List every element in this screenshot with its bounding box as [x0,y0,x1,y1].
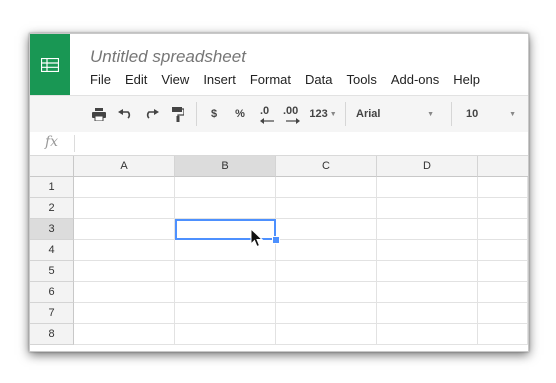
cell-d4[interactable] [377,240,478,261]
cell-a5[interactable] [74,261,175,282]
cell-a3[interactable] [74,219,175,240]
increase-decimal-label: .00 [283,105,299,117]
menu-help[interactable]: Help [453,72,480,90]
cell-d2[interactable] [377,198,478,219]
toolbar: $ % .0 .00 123 ▼ Arial ▼ 10 ▼ [30,95,528,133]
more-formats-button[interactable]: 123 ▼ [306,96,340,132]
row-header-5[interactable]: 5 [30,261,74,282]
cell-c1[interactable] [276,177,377,198]
cell-e3[interactable] [478,219,528,240]
formula-input[interactable] [82,135,512,152]
cell-b1[interactable] [175,177,276,198]
cell-e8[interactable] [478,324,528,345]
increase-decimal-button[interactable]: .00 [280,96,306,132]
cell-c7[interactable] [276,303,377,324]
cell-e2[interactable] [478,198,528,219]
cell-e1[interactable] [478,177,528,198]
font-family-value: Arial [356,108,381,120]
cell-d6[interactable] [377,282,478,303]
column-header-e[interactable] [478,156,528,177]
font-size-select[interactable]: 10 ▼ [458,96,520,132]
row-header-8[interactable]: 8 [30,324,74,345]
cell-a8[interactable] [74,324,175,345]
column-header-d[interactable]: D [377,156,478,177]
font-size-value: 10 [466,108,479,120]
paint-format-icon[interactable] [168,96,188,132]
currency-format-button[interactable]: $ [204,96,224,132]
document-title[interactable]: Untitled spreadsheet [90,47,246,67]
toolbar-divider [345,102,346,126]
formula-bar: fx [30,132,528,156]
cell-e6[interactable] [478,282,528,303]
mouse-pointer-icon [250,228,264,248]
cell-a7[interactable] [74,303,175,324]
chevron-down-icon: ▼ [509,110,516,118]
cell-a4[interactable] [74,240,175,261]
cell-e5[interactable] [478,261,528,282]
cell-e7[interactable] [478,303,528,324]
toolbar-divider [451,102,452,126]
select-all-corner[interactable] [30,156,74,177]
cell-a1[interactable] [74,177,175,198]
row-header-3[interactable]: 3 [30,219,74,240]
arrow-right-icon [286,118,300,124]
row-header-1[interactable]: 1 [30,177,74,198]
cell-b8[interactable] [175,324,276,345]
undo-icon[interactable] [114,96,136,132]
menu-view[interactable]: View [161,72,189,90]
menu-tools[interactable]: Tools [346,72,376,90]
spreadsheet-grid: A B C D 1 2 3 4 5 6 7 8 [30,156,528,351]
menu-file[interactable]: File [90,72,111,90]
cell-c8[interactable] [276,324,377,345]
menu-bar: File Edit View Insert Format Data Tools … [90,72,494,90]
print-icon[interactable] [88,96,110,132]
menu-data[interactable]: Data [305,72,332,90]
cell-b7[interactable] [175,303,276,324]
cell-d5[interactable] [377,261,478,282]
cell-a2[interactable] [74,198,175,219]
cell-c3[interactable] [276,219,377,240]
menu-add-ons[interactable]: Add-ons [391,72,439,90]
chevron-down-icon: ▼ [329,110,337,118]
cell-d7[interactable] [377,303,478,324]
decrease-decimal-button[interactable]: .0 [255,96,279,132]
more-formats-label: 123 [309,108,328,120]
spreadsheet-window: Untitled spreadsheet File Edit View Inse… [29,33,529,352]
sheets-icon[interactable] [30,34,70,95]
arrow-left-icon [260,118,274,124]
column-header-b[interactable]: B [175,156,276,177]
menu-format[interactable]: Format [250,72,291,90]
column-header-c[interactable]: C [276,156,377,177]
menu-edit[interactable]: Edit [125,72,147,90]
cell-d8[interactable] [377,324,478,345]
font-family-select[interactable]: Arial ▼ [348,96,440,132]
percent-format-button[interactable]: % [230,96,250,132]
toolbar-divider [196,102,197,126]
cell-d1[interactable] [377,177,478,198]
fx-icon: fx [45,134,59,150]
cell-a6[interactable] [74,282,175,303]
cell-c6[interactable] [276,282,377,303]
fill-handle[interactable] [272,236,280,244]
row-header-6[interactable]: 6 [30,282,74,303]
cell-b6[interactable] [175,282,276,303]
column-header-a[interactable]: A [74,156,175,177]
cell-c5[interactable] [276,261,377,282]
row-header-7[interactable]: 7 [30,303,74,324]
menu-insert[interactable]: Insert [203,72,236,90]
row-header-4[interactable]: 4 [30,240,74,261]
cell-c2[interactable] [276,198,377,219]
cell-c4[interactable] [276,240,377,261]
chevron-down-icon: ▼ [427,110,434,118]
redo-icon[interactable] [140,96,162,132]
cell-e4[interactable] [478,240,528,261]
formula-divider [74,135,75,152]
cell-b2[interactable] [175,198,276,219]
cell-d3[interactable] [377,219,478,240]
row-header-2[interactable]: 2 [30,198,74,219]
cell-b5[interactable] [175,261,276,282]
decrease-decimal-label: .0 [260,105,270,117]
